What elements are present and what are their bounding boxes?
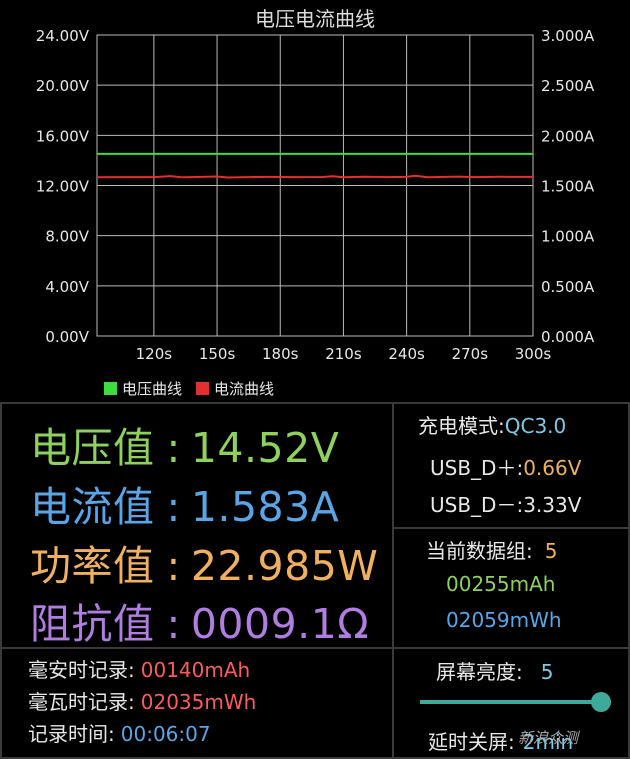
y-left-tick-label: 20.00V — [36, 77, 90, 95]
x-tick-label: 300s — [515, 345, 552, 363]
x-tick-label: 210s — [325, 345, 362, 363]
record-time-label: 记录时间: — [28, 722, 115, 746]
data-group-mwh: 02059mWh — [446, 608, 562, 632]
watermark: 新浪众测 — [518, 729, 579, 747]
current-label: 电流值 — [30, 483, 155, 531]
power-reading: 功率值:22.985W — [30, 532, 378, 592]
charge-mode-value: QC3.0 — [504, 414, 567, 438]
power-value: 22.985W — [190, 542, 379, 590]
data-group-label: 当前数据组: — [426, 539, 533, 563]
chart-title: 电压电流曲线 — [255, 7, 375, 31]
legend-current: 电流曲线 — [196, 378, 274, 399]
chart-svg: 0.00V 0.000A 4.00V 0.500A 8.00V 1.000A 12.00V 1… — [36, 7, 595, 363]
mwh-record-value: 02035mWh — [140, 690, 257, 714]
y-right-tick-label: 1.500A — [541, 178, 595, 196]
voltage-value: 14.52V — [190, 424, 340, 472]
current-value: 1.583A — [190, 483, 340, 531]
voltage-colon: : — [166, 424, 181, 472]
voltage-reading: 电压值:14.52V — [30, 414, 339, 474]
data-group-row: 当前数据组: 5 — [426, 535, 557, 564]
record-time-value: 00:06:07 — [120, 722, 211, 746]
mah-record-row: 毫安时记录: 00140mAh — [28, 654, 250, 683]
y-right-tick-label: 1.000A — [541, 228, 595, 246]
data-group-number: 5 — [544, 539, 558, 563]
usb-dplus-row: USB_D＋:0.66V — [430, 452, 581, 481]
brightness-slider-thumb[interactable] — [591, 692, 611, 712]
brightness-value: 5 — [540, 660, 554, 684]
impedance-colon: : — [166, 600, 181, 648]
mah-record-label: 毫安时记录: — [28, 658, 135, 682]
legend-voltage: 电压曲线 — [104, 378, 182, 399]
data-group-mah: 00255mAh — [446, 572, 556, 596]
x-tick-label: 240s — [388, 345, 425, 363]
usb-dplus-value: 0.66V — [523, 456, 582, 480]
voltage-current-chart: 0.00V 0.000A 4.00V 0.500A 8.00V 1.000A 12.00V 1… — [0, 0, 630, 402]
legend-voltage-label: 电压曲线 — [122, 380, 183, 398]
charge-mode-label: 充电模式: — [418, 414, 505, 438]
y-left-tick-label: 8.00V — [45, 228, 89, 246]
impedance-label: 阻抗值 — [30, 600, 155, 648]
mwh-record-label: 毫瓦时记录: — [28, 690, 135, 714]
mwh-record-row: 毫瓦时记录: 02035mWh — [28, 686, 256, 715]
x-tick-label: 180s — [262, 345, 299, 363]
voltage-label: 电压值 — [30, 424, 155, 472]
usb-dminus-value: 3.33V — [523, 493, 582, 517]
current-colon: : — [166, 483, 181, 531]
usb-dminus-label: USB_D－: — [430, 493, 524, 517]
y-left-tick-label: 12.00V — [36, 178, 90, 196]
legend-current-label: 电流曲线 — [214, 380, 275, 398]
y-right-tick-label: 3.000A — [541, 27, 595, 45]
y-right-tick-label: 0.500A — [541, 278, 595, 296]
current-swatch — [196, 382, 210, 395]
y-left-tick-label: 16.00V — [36, 127, 90, 145]
brightness-label: 屏幕亮度: — [436, 660, 523, 684]
record-time-row: 记录时间: 00:06:07 — [28, 718, 211, 747]
brightness-slider-track[interactable] — [420, 700, 600, 704]
screen-off-delay-label: 延时关屏: — [428, 730, 515, 754]
current-reading: 电流值:1.583A — [30, 473, 339, 533]
x-tick-label: 270s — [452, 345, 489, 363]
voltage-swatch — [104, 382, 117, 395]
chart-legend: 电压曲线 电流曲线 — [104, 378, 274, 399]
impedance-reading: 阻抗值:0009.1Ω — [30, 590, 369, 650]
x-tick-label: 120s — [136, 345, 173, 363]
usb-dplus-label: USB_D＋: — [430, 456, 524, 480]
x-tick-label: 150s — [199, 345, 236, 363]
charge-mode-row: 充电模式:QC3.0 — [418, 410, 566, 439]
y-right-tick-label: 0.000A — [541, 328, 595, 346]
usb-dminus-row: USB_D－:3.33V — [430, 489, 581, 518]
current-series-line — [96, 174, 534, 179]
y-right-tick-label: 2.500A — [541, 77, 595, 95]
y-left-tick-label: 24.00V — [36, 27, 90, 45]
power-label: 功率值 — [30, 542, 155, 590]
impedance-value: 0009.1Ω — [190, 600, 370, 648]
mah-record-value: 00140mAh — [140, 658, 251, 682]
y-left-tick-label: 4.00V — [45, 278, 89, 296]
y-left-tick-label: 0.00V — [45, 328, 89, 346]
brightness-row: 屏幕亮度: 5 — [436, 656, 553, 685]
power-colon: : — [166, 542, 181, 590]
y-right-tick-label: 2.000A — [541, 127, 595, 145]
